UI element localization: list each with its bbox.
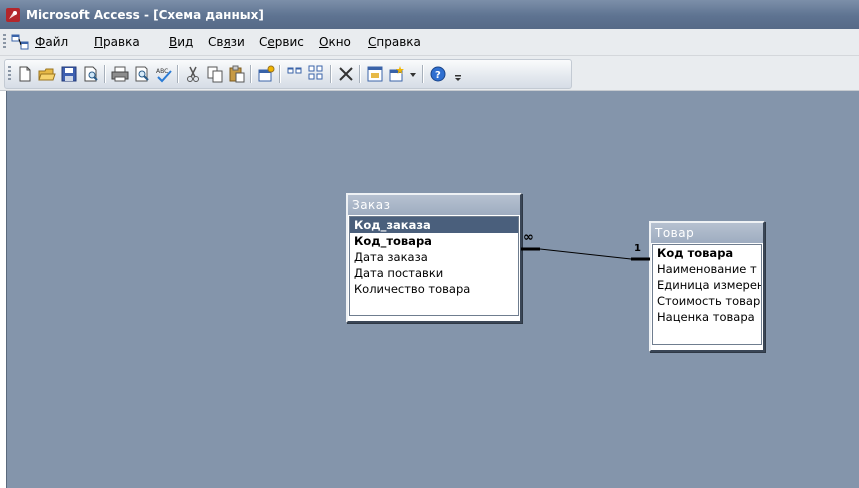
one-side-label: 1 — [634, 243, 641, 254]
file-search-icon[interactable] — [82, 65, 100, 83]
toolbar-separator — [330, 65, 332, 83]
field-item[interactable]: Единица измерен — [653, 277, 761, 293]
menu-grip[interactable] — [3, 34, 6, 50]
toolbar-grip[interactable] — [8, 66, 11, 82]
access-key-icon — [6, 8, 20, 22]
database-window-icon[interactable] — [366, 65, 384, 83]
table-title[interactable]: Заказ — [348, 195, 520, 215]
menu-file[interactable]: Файл — [35, 35, 68, 49]
field-item[interactable]: Дата заказа — [350, 249, 518, 265]
many-side-label: ∞ — [523, 230, 534, 245]
toolbar-separator — [359, 65, 361, 83]
svg-text:ABC: ABC — [156, 68, 168, 75]
menu-help[interactable]: Справка — [368, 35, 421, 49]
field-item[interactable]: Количество товара — [350, 281, 518, 297]
table-window-product[interactable]: Товар Код товара Наименование т Единица … — [649, 221, 765, 352]
copy-icon[interactable] — [206, 65, 224, 83]
new-icon[interactable] — [16, 65, 34, 83]
relationship-toolbar: ABC ? — [0, 56, 859, 91]
relationships-window-icon[interactable] — [11, 34, 29, 50]
field-item[interactable]: Наценка товара — [653, 309, 761, 325]
table-title[interactable]: Товар — [651, 223, 763, 243]
field-item[interactable]: Наименование т — [653, 261, 761, 277]
toolbar-separator — [422, 65, 424, 83]
print-preview-icon[interactable] — [133, 65, 151, 83]
show-all-relationships-icon[interactable] — [308, 65, 326, 83]
field-item[interactable]: Код_заказа — [350, 217, 518, 233]
title-bar: Microsoft Access - [Схема данных] — [0, 0, 859, 29]
relationships-workspace[interactable]: Заказ Код_заказа Код_товара Дата заказа … — [6, 91, 859, 488]
toolbar-separator — [104, 65, 106, 83]
paste-icon[interactable] — [228, 65, 246, 83]
workspace-edge — [6, 91, 7, 488]
menu-window[interactable]: Окно — [319, 35, 351, 49]
cut-icon[interactable] — [184, 65, 202, 83]
new-object-icon[interactable] — [388, 65, 406, 83]
menu-bar: Файл Правка Вид Связи Сервис Окно Справк… — [0, 29, 859, 56]
toolbar-options-icon[interactable] — [454, 65, 462, 83]
dropdown-arrow-icon[interactable] — [408, 65, 418, 83]
field-item[interactable]: Дата поставки — [350, 265, 518, 281]
field-item[interactable]: Код товара — [653, 245, 761, 261]
toolbar-separator — [279, 65, 281, 83]
menu-tools[interactable]: Сервис — [259, 35, 304, 49]
menu-relationships[interactable]: Связи — [208, 35, 245, 49]
open-icon[interactable] — [38, 65, 56, 83]
help-icon[interactable]: ? — [429, 65, 447, 83]
table-window-order[interactable]: Заказ Код_заказа Код_товара Дата заказа … — [346, 193, 522, 323]
menu-edit[interactable]: Правка — [94, 35, 140, 49]
field-item[interactable]: Стоимость товар — [653, 293, 761, 309]
field-list[interactable]: Код_заказа Код_товара Дата заказа Дата п… — [349, 216, 519, 316]
window-title: Microsoft Access - [Схема данных] — [26, 8, 264, 22]
field-list[interactable]: Код товара Наименование т Единица измере… — [652, 244, 762, 345]
menu-view[interactable]: Вид — [169, 35, 193, 49]
print-icon[interactable] — [111, 65, 129, 83]
field-item[interactable]: Код_товара — [350, 233, 518, 249]
svg-text:?: ? — [435, 70, 441, 81]
toolbar-separator — [250, 65, 252, 83]
show-table-icon[interactable] — [257, 65, 275, 83]
show-direct-relationships-icon[interactable] — [286, 65, 304, 83]
toolbar-separator — [177, 65, 179, 83]
delete-icon[interactable] — [337, 65, 355, 83]
spelling-icon[interactable]: ABC — [155, 65, 173, 83]
save-icon[interactable] — [60, 65, 78, 83]
